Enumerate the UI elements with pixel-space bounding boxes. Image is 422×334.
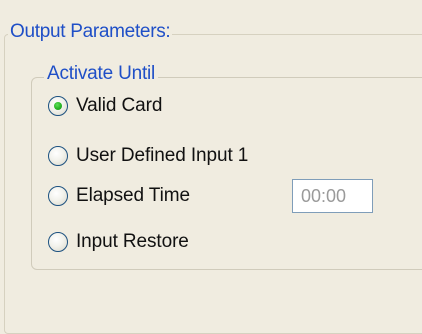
radio-button-icon[interactable]: [48, 186, 68, 206]
radio-valid-card-label[interactable]: Valid Card: [76, 95, 162, 117]
radio-elapsed-time-label[interactable]: Elapsed Time: [76, 185, 190, 207]
radio-valid-card[interactable]: Valid Card: [48, 93, 162, 119]
radio-button-icon[interactable]: [48, 232, 68, 252]
elapsed-time-input[interactable]: [292, 179, 373, 213]
activate-until-title: Activate Until: [44, 62, 159, 86]
radio-input-restore[interactable]: Input Restore: [48, 229, 189, 255]
radio-elapsed-time[interactable]: Elapsed Time: [48, 183, 190, 209]
radio-button-icon[interactable]: [48, 146, 68, 166]
radio-user-defined-input-1[interactable]: User Defined Input 1: [48, 143, 248, 169]
radio-selected-dot-icon: [54, 102, 62, 110]
radio-input-restore-label[interactable]: Input Restore: [76, 231, 189, 253]
output-parameters-title: Output Parameters:: [8, 20, 173, 44]
radio-user-defined-input-1-label[interactable]: User Defined Input 1: [76, 145, 248, 167]
radio-button-icon[interactable]: [48, 96, 68, 116]
